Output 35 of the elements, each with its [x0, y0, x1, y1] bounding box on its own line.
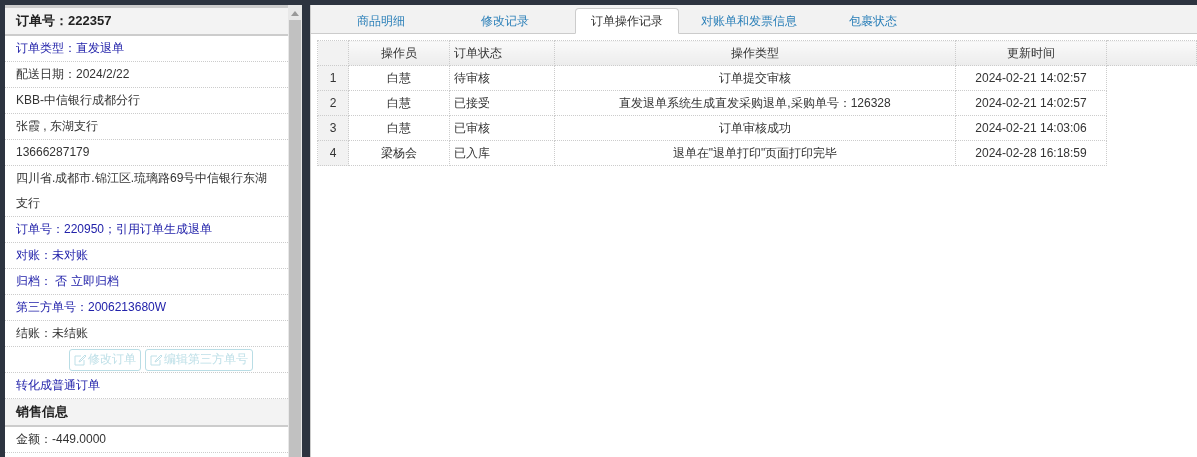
section-header: 订单号：222357 — [5, 8, 288, 36]
table-cell: 梁杨会 — [348, 140, 450, 166]
pencil-icon — [74, 353, 86, 366]
column-header: 操作类型 — [554, 40, 956, 66]
column-header: 操作员 — [348, 40, 450, 66]
table-cell: 已审核 — [449, 115, 555, 141]
pencil-icon — [150, 353, 162, 366]
row-number: 4 — [317, 140, 349, 166]
tab[interactable]: 对账单和发票信息 — [687, 9, 811, 33]
table-cell: 白慧 — [348, 115, 450, 141]
table-cell: 2024-02-21 14:02:57 — [955, 90, 1107, 116]
table-cell: 2024-02-21 14:02:57 — [955, 65, 1107, 91]
table-cell: 待审核 — [449, 65, 555, 91]
header-cell — [317, 40, 349, 66]
table-cell: 直发退单系统生成直发采购退单,采购单号：126328 — [554, 90, 956, 116]
table-cell: 2024-02-21 14:03:06 — [955, 115, 1107, 141]
row-number: 1 — [317, 65, 349, 91]
table-cell: 已入库 — [449, 140, 555, 166]
scrollbar[interactable] — [288, 5, 302, 457]
table-cell: 已接受 — [449, 90, 555, 116]
column-header: 订单状态 — [449, 40, 555, 66]
table-cell: 白慧 — [348, 65, 450, 91]
table-cell: 订单审核成功 — [554, 115, 956, 141]
column-header: 更新时间 — [955, 40, 1107, 66]
tab[interactable]: 修改记录 — [443, 9, 567, 33]
tab[interactable]: 订单操作记录 — [575, 8, 679, 34]
table-cell: 白慧 — [348, 90, 450, 116]
tab[interactable]: 商品明细 — [319, 9, 443, 33]
table-cell: 订单提交审核 — [554, 65, 956, 91]
tab[interactable]: 包裹状态 — [811, 9, 935, 33]
row-number: 2 — [317, 90, 349, 116]
row-number: 3 — [317, 115, 349, 141]
table-cell: 退单在"退单打印"页面打印完毕 — [554, 140, 956, 166]
table-cell: 2024-02-28 16:18:59 — [955, 140, 1107, 166]
section-header: 销售信息 — [5, 399, 288, 427]
